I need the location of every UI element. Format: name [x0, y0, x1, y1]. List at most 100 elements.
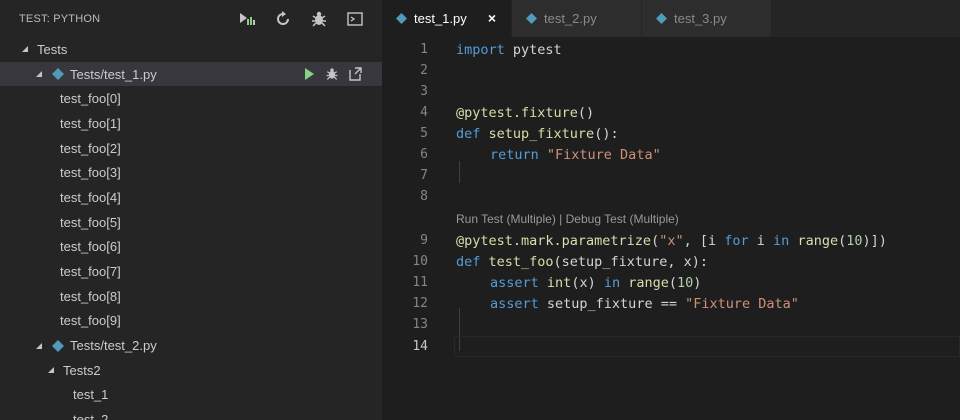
line-number: 9	[420, 233, 428, 248]
codelens-separator: |	[555, 212, 566, 226]
code-line: 6 return "Fixture Data"	[382, 144, 960, 165]
tab-test-1-py[interactable]: test_1.py ×	[382, 0, 512, 37]
line-content: def setup_fixture():	[456, 125, 619, 142]
code-line: 14	[382, 336, 960, 357]
tree-item-label: test_foo[3]	[60, 165, 121, 181]
tree-item-test-1-file[interactable]: Tests/test_1.py	[0, 61, 382, 87]
run-test-codelens[interactable]: Run Test (Multiple)	[456, 212, 556, 226]
header-actions	[236, 0, 366, 37]
tree-item-test-foo-3[interactable]: test_foo[3]	[0, 160, 382, 185]
tab-label: test_3.py	[674, 11, 727, 26]
tree-item-test-foo-6[interactable]: test_foo[6]	[0, 235, 382, 260]
code-line: 9 @pytest.mark.parametrize("x", [i for i…	[382, 230, 960, 251]
close-icon[interactable]: ×	[485, 10, 499, 26]
tab-test-2-py[interactable]: test_2.py	[512, 0, 642, 37]
tree-item-label: Tests2	[63, 362, 101, 378]
tree-item-test-foo-5[interactable]: test_foo[5]	[0, 210, 382, 235]
line-number: 7	[420, 168, 428, 183]
line-number: 6	[420, 147, 428, 162]
line-number: 8	[420, 189, 428, 204]
python-file-icon	[526, 13, 537, 24]
python-file-icon	[51, 339, 64, 352]
tree-item-label: test_foo[7]	[60, 264, 121, 280]
tree-item-test-2-file[interactable]: Tests/test_2.py	[0, 333, 382, 358]
tree-item-label: test_foo[9]	[60, 313, 121, 329]
code-line: 4 @pytest.fixture()	[382, 102, 960, 123]
tree-item-label: test_1	[73, 387, 109, 403]
line-number: 1	[420, 42, 428, 57]
editor: test_1.py × test_2.py test_3.py 1 import…	[382, 0, 960, 420]
line-content: assert int(x) in range(10)	[490, 274, 702, 291]
tree-item-label: test_foo[6]	[60, 239, 121, 255]
tab-label: test_1.py	[414, 11, 467, 26]
codelens: Run Test (Multiple) | Debug Test (Multip…	[456, 212, 679, 226]
tree-item-label: test_foo[1]	[60, 115, 121, 131]
refresh-icon[interactable]	[272, 8, 294, 30]
tree-item-test-foo-4[interactable]: test_foo[4]	[0, 185, 382, 210]
tree-item-label: test_foo[4]	[60, 189, 121, 205]
chevron-down-icon[interactable]	[34, 69, 44, 79]
line-number: 12	[412, 296, 428, 311]
line-number-current: 14	[412, 339, 428, 354]
line-content: import pytest	[456, 41, 562, 58]
sidebar-header: TEST: PYTHON	[0, 0, 382, 37]
run-icon[interactable]	[302, 67, 316, 81]
chevron-down-icon[interactable]	[34, 341, 44, 351]
tree-item-test-2[interactable]: test_2	[0, 407, 382, 420]
tree-item-label: test_foo[5]	[60, 214, 121, 230]
line-number: 3	[420, 84, 428, 99]
tree-item-label: Tests/test_1.py	[70, 66, 157, 82]
line-number: 2	[420, 63, 428, 78]
line-content: assert setup_fixture == "Fixture Data"	[490, 295, 799, 312]
code-line: 13	[382, 314, 960, 335]
tree-item-label: test_foo[8]	[60, 288, 121, 304]
tree-item-test-foo-2[interactable]: test_foo[2]	[0, 136, 382, 161]
tree-item-label: test_2	[73, 412, 109, 420]
terminal-icon[interactable]	[344, 8, 366, 30]
tree-item-test-foo-9[interactable]: test_foo[9]	[0, 309, 382, 334]
test-explorer-sidebar: TEST: PYTHON Tests Tests/test_1.py test_…	[0, 0, 382, 420]
tree-item-label: test_foo[0]	[60, 91, 121, 107]
line-content: @pytest.mark.parametrize("x", [i for i i…	[456, 232, 887, 249]
line-content: @pytest.fixture()	[456, 104, 595, 121]
tree-item-tests2[interactable]: Tests2	[0, 358, 382, 383]
debug-icon[interactable]	[308, 8, 330, 30]
debug-icon[interactable]	[325, 67, 339, 81]
run-tests-icon[interactable]	[236, 8, 258, 30]
open-file-icon[interactable]	[348, 67, 362, 81]
code-line: 3	[382, 81, 960, 102]
code-line: 1 import pytest	[382, 39, 960, 60]
chevron-down-icon[interactable]	[46, 365, 56, 375]
python-file-icon	[396, 13, 407, 24]
line-number: 5	[420, 126, 428, 141]
line-content: return "Fixture Data"	[490, 146, 661, 163]
line-number: 4	[420, 105, 428, 120]
code-line: 8	[382, 186, 960, 207]
tab-bar: test_1.py × test_2.py test_3.py	[382, 0, 960, 37]
tree-item-tests[interactable]: Tests	[0, 37, 382, 62]
tree-item-label: Tests	[37, 41, 68, 57]
line-content: def test_foo(setup_fixture, x):	[456, 253, 708, 270]
code-line: 2	[382, 60, 960, 81]
tree-item-test-foo-0[interactable]: test_foo[0]	[0, 86, 382, 111]
test-tree: Tests Tests/test_1.py test_foo[0] test_f…	[0, 37, 382, 420]
tree-item-test-foo-8[interactable]: test_foo[8]	[0, 284, 382, 309]
tab-test-3-py[interactable]: test_3.py	[642, 0, 772, 37]
code-line: 10 def test_foo(setup_fixture, x):	[382, 251, 960, 272]
code-line: 11 assert int(x) in range(10)	[382, 272, 960, 293]
tab-label: test_2.py	[544, 11, 597, 26]
line-number: 11	[412, 275, 428, 290]
sidebar-title: TEST: PYTHON	[19, 12, 101, 25]
code-line: 5 def setup_fixture():	[382, 123, 960, 144]
chevron-down-icon[interactable]	[20, 44, 30, 54]
python-file-icon	[51, 68, 64, 81]
tree-item-test-1[interactable]: test_1	[0, 383, 382, 408]
line-number: 10	[412, 254, 428, 269]
debug-test-codelens[interactable]: Debug Test (Multiple)	[566, 212, 679, 226]
tree-item-label: Tests/test_2.py	[70, 338, 157, 354]
code-line: 12 assert setup_fixture == "Fixture Data…	[382, 293, 960, 314]
tree-item-label: test_foo[2]	[60, 140, 121, 156]
tree-item-test-foo-7[interactable]: test_foo[7]	[0, 259, 382, 284]
line-number: 13	[412, 317, 428, 332]
tree-item-test-foo-1[interactable]: test_foo[1]	[0, 111, 382, 136]
